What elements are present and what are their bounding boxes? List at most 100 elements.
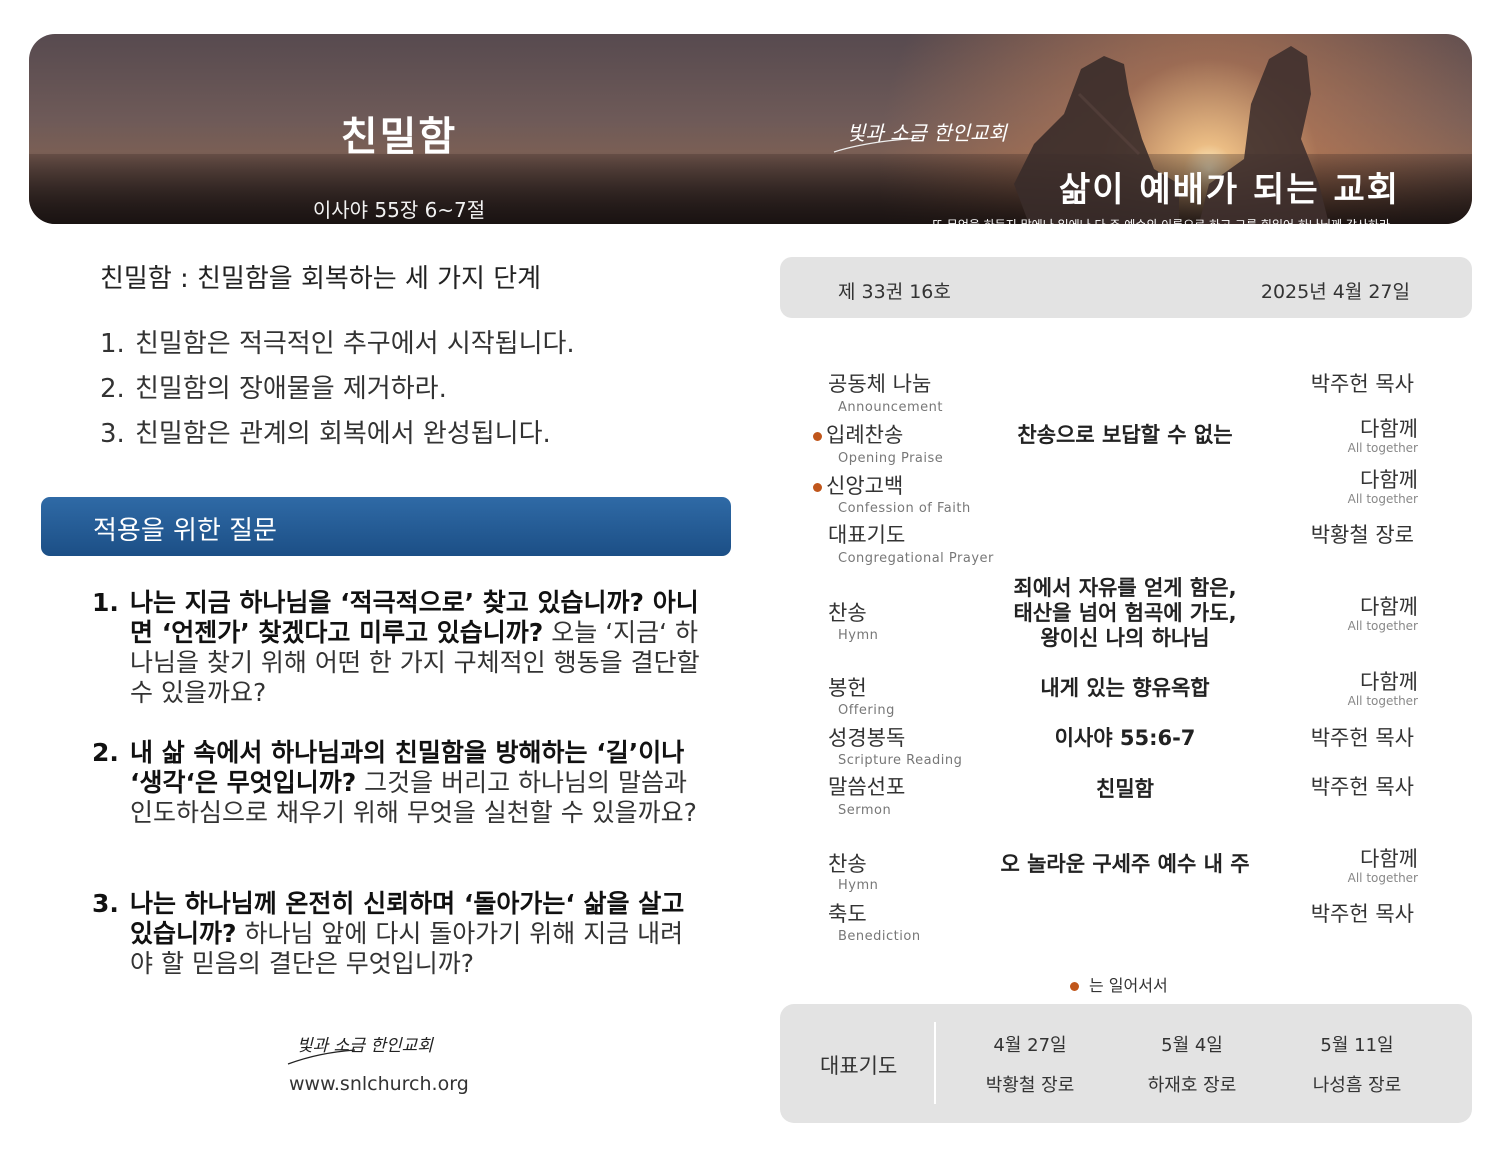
application-title: 적용을 위한 질문 bbox=[93, 516, 277, 546]
outline-number: 2. bbox=[100, 374, 125, 404]
worship-order-item: 성경봉독 bbox=[828, 726, 906, 750]
leader-english: All together bbox=[1347, 694, 1418, 708]
outline-item: 3. 친밀함은 관계의 회복에서 완성됩니다. bbox=[100, 412, 575, 457]
worship-song-title: 내게 있는 향유옥합 bbox=[1040, 676, 1210, 700]
outline-text: 친밀함은 관계의 회복에서 완성됩니다. bbox=[135, 419, 551, 449]
leader-korean: 다함께 bbox=[1360, 417, 1418, 441]
worship-leader: 다함께 All together bbox=[1347, 595, 1418, 634]
svg-text:빛과 소금 한인교회: 빛과 소금 한인교회 bbox=[847, 121, 1009, 145]
worship-leader: 다함께 All together bbox=[1347, 417, 1418, 456]
worship-leader: 박주헌 목사 bbox=[1310, 775, 1414, 799]
motto-verse: 또 무엇을 하든지 말에나 일에나 다 주 예수의 이름으로 하고 그를 힘입어… bbox=[932, 216, 1390, 224]
worship-leader: 다함께 All together bbox=[1347, 847, 1418, 886]
worship-order-english: Scripture Reading bbox=[838, 753, 963, 768]
stand-note-text: 는 일어서서 bbox=[1089, 976, 1168, 995]
church-motto: 삶이 예배가 되는 교회 bbox=[1058, 170, 1400, 210]
worship-order-item: 신앙고백 bbox=[813, 470, 903, 500]
issue-volume: 제 33권 16호 bbox=[838, 281, 951, 303]
prayer-date: 5월 4일 bbox=[1161, 1035, 1223, 1056]
worship-order-english: Opening Praise bbox=[838, 451, 944, 466]
prayer-date: 5월 11일 bbox=[1320, 1035, 1394, 1056]
worship-leader: 박주헌 목사 bbox=[1310, 902, 1414, 926]
worship-order-item: 말씀선포 bbox=[828, 775, 906, 799]
church-logo-footer: 빛과 소금 한인교회 bbox=[287, 1036, 434, 1065]
worship-order-english: Offering bbox=[838, 703, 895, 718]
worship-order-item: 찬송 bbox=[828, 601, 867, 625]
prayer-person: 나성흠 장로 bbox=[1312, 1075, 1402, 1096]
question-number: 3. bbox=[92, 889, 119, 918]
prayer-schedule: 대표기도 4월 27일 박황철 장로 5월 4일 하재호 장로 5월 11일 나… bbox=[780, 1004, 1472, 1123]
question-item: 1. 나는 지금 하나님을 ‘적극적으로’ 찾고 있습니까? 아니면 ‘언젠가’… bbox=[92, 588, 702, 708]
divider bbox=[934, 1022, 936, 1104]
leader-english: All together bbox=[1347, 441, 1418, 455]
svg-text:빛과 소금 한인교회: 빛과 소금 한인교회 bbox=[297, 1036, 434, 1056]
leader-korean: 다함께 bbox=[1360, 847, 1418, 871]
outline-number: 3. bbox=[100, 419, 125, 449]
leader-korean: 다함께 bbox=[1360, 670, 1418, 694]
worship-order-item: 찬송 bbox=[828, 852, 867, 876]
issue-date: 2025년 4월 27일 bbox=[1260, 281, 1410, 303]
worship-song-titles: 죄에서 자유를 얻게 함은, 태산을 넘어 험곡에 가도, 왕이신 나의 하나님 bbox=[975, 576, 1275, 651]
worship-order-english: Congregational Prayer bbox=[838, 551, 994, 566]
song-title-line: 태산을 넘어 험곡에 가도, bbox=[1013, 601, 1237, 625]
worship-order-english: Sermon bbox=[838, 803, 892, 818]
worship-order-item: 대표기도 bbox=[828, 523, 906, 547]
prayer-entry: 5월 11일 나성흠 장로 bbox=[1287, 1004, 1427, 1097]
worship-order-item: 축도 bbox=[828, 902, 867, 926]
worship-order-item: 봉헌 bbox=[828, 676, 867, 700]
sermon-title: 친밀함 bbox=[340, 114, 458, 160]
outline-item: 1. 친밀함은 적극적인 추구에서 시작됩니다. bbox=[100, 322, 575, 367]
worship-order-label: 신앙고백 bbox=[826, 474, 904, 498]
prayer-date: 4월 27일 bbox=[993, 1035, 1067, 1056]
prayer-entry: 4월 27일 박황철 장로 bbox=[960, 1004, 1100, 1097]
stand-note: 는 일어서서 bbox=[1070, 972, 1168, 996]
leader-korean: 다함께 bbox=[1360, 468, 1418, 492]
sermon-outline: 1. 친밀함은 적극적인 추구에서 시작됩니다. 2. 친밀함의 장애물을 제거하라… bbox=[100, 322, 575, 457]
worship-leader: 다함께 All together bbox=[1347, 670, 1418, 709]
stand-bullet-icon bbox=[813, 482, 822, 492]
worship-song-title: 찬송으로 보답할 수 없는 bbox=[1017, 423, 1233, 447]
question-number: 1. bbox=[92, 588, 119, 617]
outline-text: 친밀함의 장애물을 제거하라. bbox=[135, 374, 447, 404]
song-title-line: 왕이신 나의 하나님 bbox=[1040, 626, 1210, 650]
question-item: 2. 내 삶 속에서 하나님과의 친밀함을 방해하는 ‘길’이나 ‘생각‘은 무… bbox=[92, 738, 702, 828]
church-logo: 빛과 소금 한인교회 bbox=[833, 121, 1009, 153]
outline-item: 2. 친밀함의 장애물을 제거하라. bbox=[100, 367, 575, 412]
application-header: 적용을 위한 질문 bbox=[41, 497, 731, 556]
outline-text: 친밀함은 적극적인 추구에서 시작됩니다. bbox=[135, 329, 575, 359]
outline-number: 1. bbox=[100, 329, 125, 359]
outline-title: 친밀함 : 친밀함을 회복하는 세 가지 단계 bbox=[100, 264, 542, 294]
worship-leader: 박주헌 목사 bbox=[1310, 726, 1414, 750]
church-website: www.snlchurch.org bbox=[289, 1073, 469, 1095]
question-item: 3. 나는 하나님께 온전히 신뢰하며 ‘돌아가는‘ 삶을 살고 있습니까? 하… bbox=[92, 889, 702, 979]
worship-order-item: 공동체 나눔 bbox=[828, 372, 932, 396]
prayer-schedule-label: 대표기도 bbox=[820, 1054, 898, 1078]
worship-order-english: Announcement bbox=[838, 400, 943, 415]
worship-order-item: 입례찬송 bbox=[813, 419, 903, 449]
scripture-reference: 이사야 55:6-7 bbox=[1054, 726, 1196, 750]
stand-bullet-icon bbox=[1070, 982, 1079, 991]
stand-bullet-icon bbox=[813, 431, 822, 441]
worship-song-title: 오 놀라운 구세주 예수 내 주 bbox=[1000, 852, 1250, 876]
worship-leader: 다함께 All together bbox=[1347, 468, 1418, 507]
worship-leader: 박황철 장로 bbox=[1310, 523, 1414, 547]
leader-korean: 다함께 bbox=[1360, 595, 1418, 619]
header-banner: 친밀함 이사야 55장 6~7절 빛과 소금 한인교회 삶이 예배가 되는 교회… bbox=[29, 34, 1472, 224]
leader-english: All together bbox=[1347, 492, 1418, 506]
worship-order-english: Hymn bbox=[838, 628, 879, 643]
worship-order-english: Benediction bbox=[838, 929, 921, 944]
sermon-name: 친밀함 bbox=[1096, 777, 1154, 801]
worship-leader: 박주헌 목사 bbox=[1310, 372, 1414, 396]
prayer-person: 하재호 장로 bbox=[1147, 1075, 1237, 1096]
worship-order-english: Confession of Faith bbox=[838, 501, 971, 516]
question-number: 2. bbox=[92, 738, 119, 767]
issue-info-bar: 제 33권 16호 2025년 4월 27일 bbox=[780, 257, 1472, 318]
worship-order-english: Hymn bbox=[838, 878, 879, 893]
song-title-line: 죄에서 자유를 얻게 함은, bbox=[1013, 576, 1237, 600]
prayer-entry: 5월 4일 하재호 장로 bbox=[1122, 1004, 1262, 1097]
leader-english: All together bbox=[1347, 619, 1418, 633]
worship-order-label: 입례찬송 bbox=[826, 423, 904, 447]
prayer-person: 박황철 장로 bbox=[985, 1075, 1075, 1096]
sermon-scripture: 이사야 55장 6~7절 bbox=[312, 198, 486, 222]
leader-english: All together bbox=[1347, 871, 1418, 885]
